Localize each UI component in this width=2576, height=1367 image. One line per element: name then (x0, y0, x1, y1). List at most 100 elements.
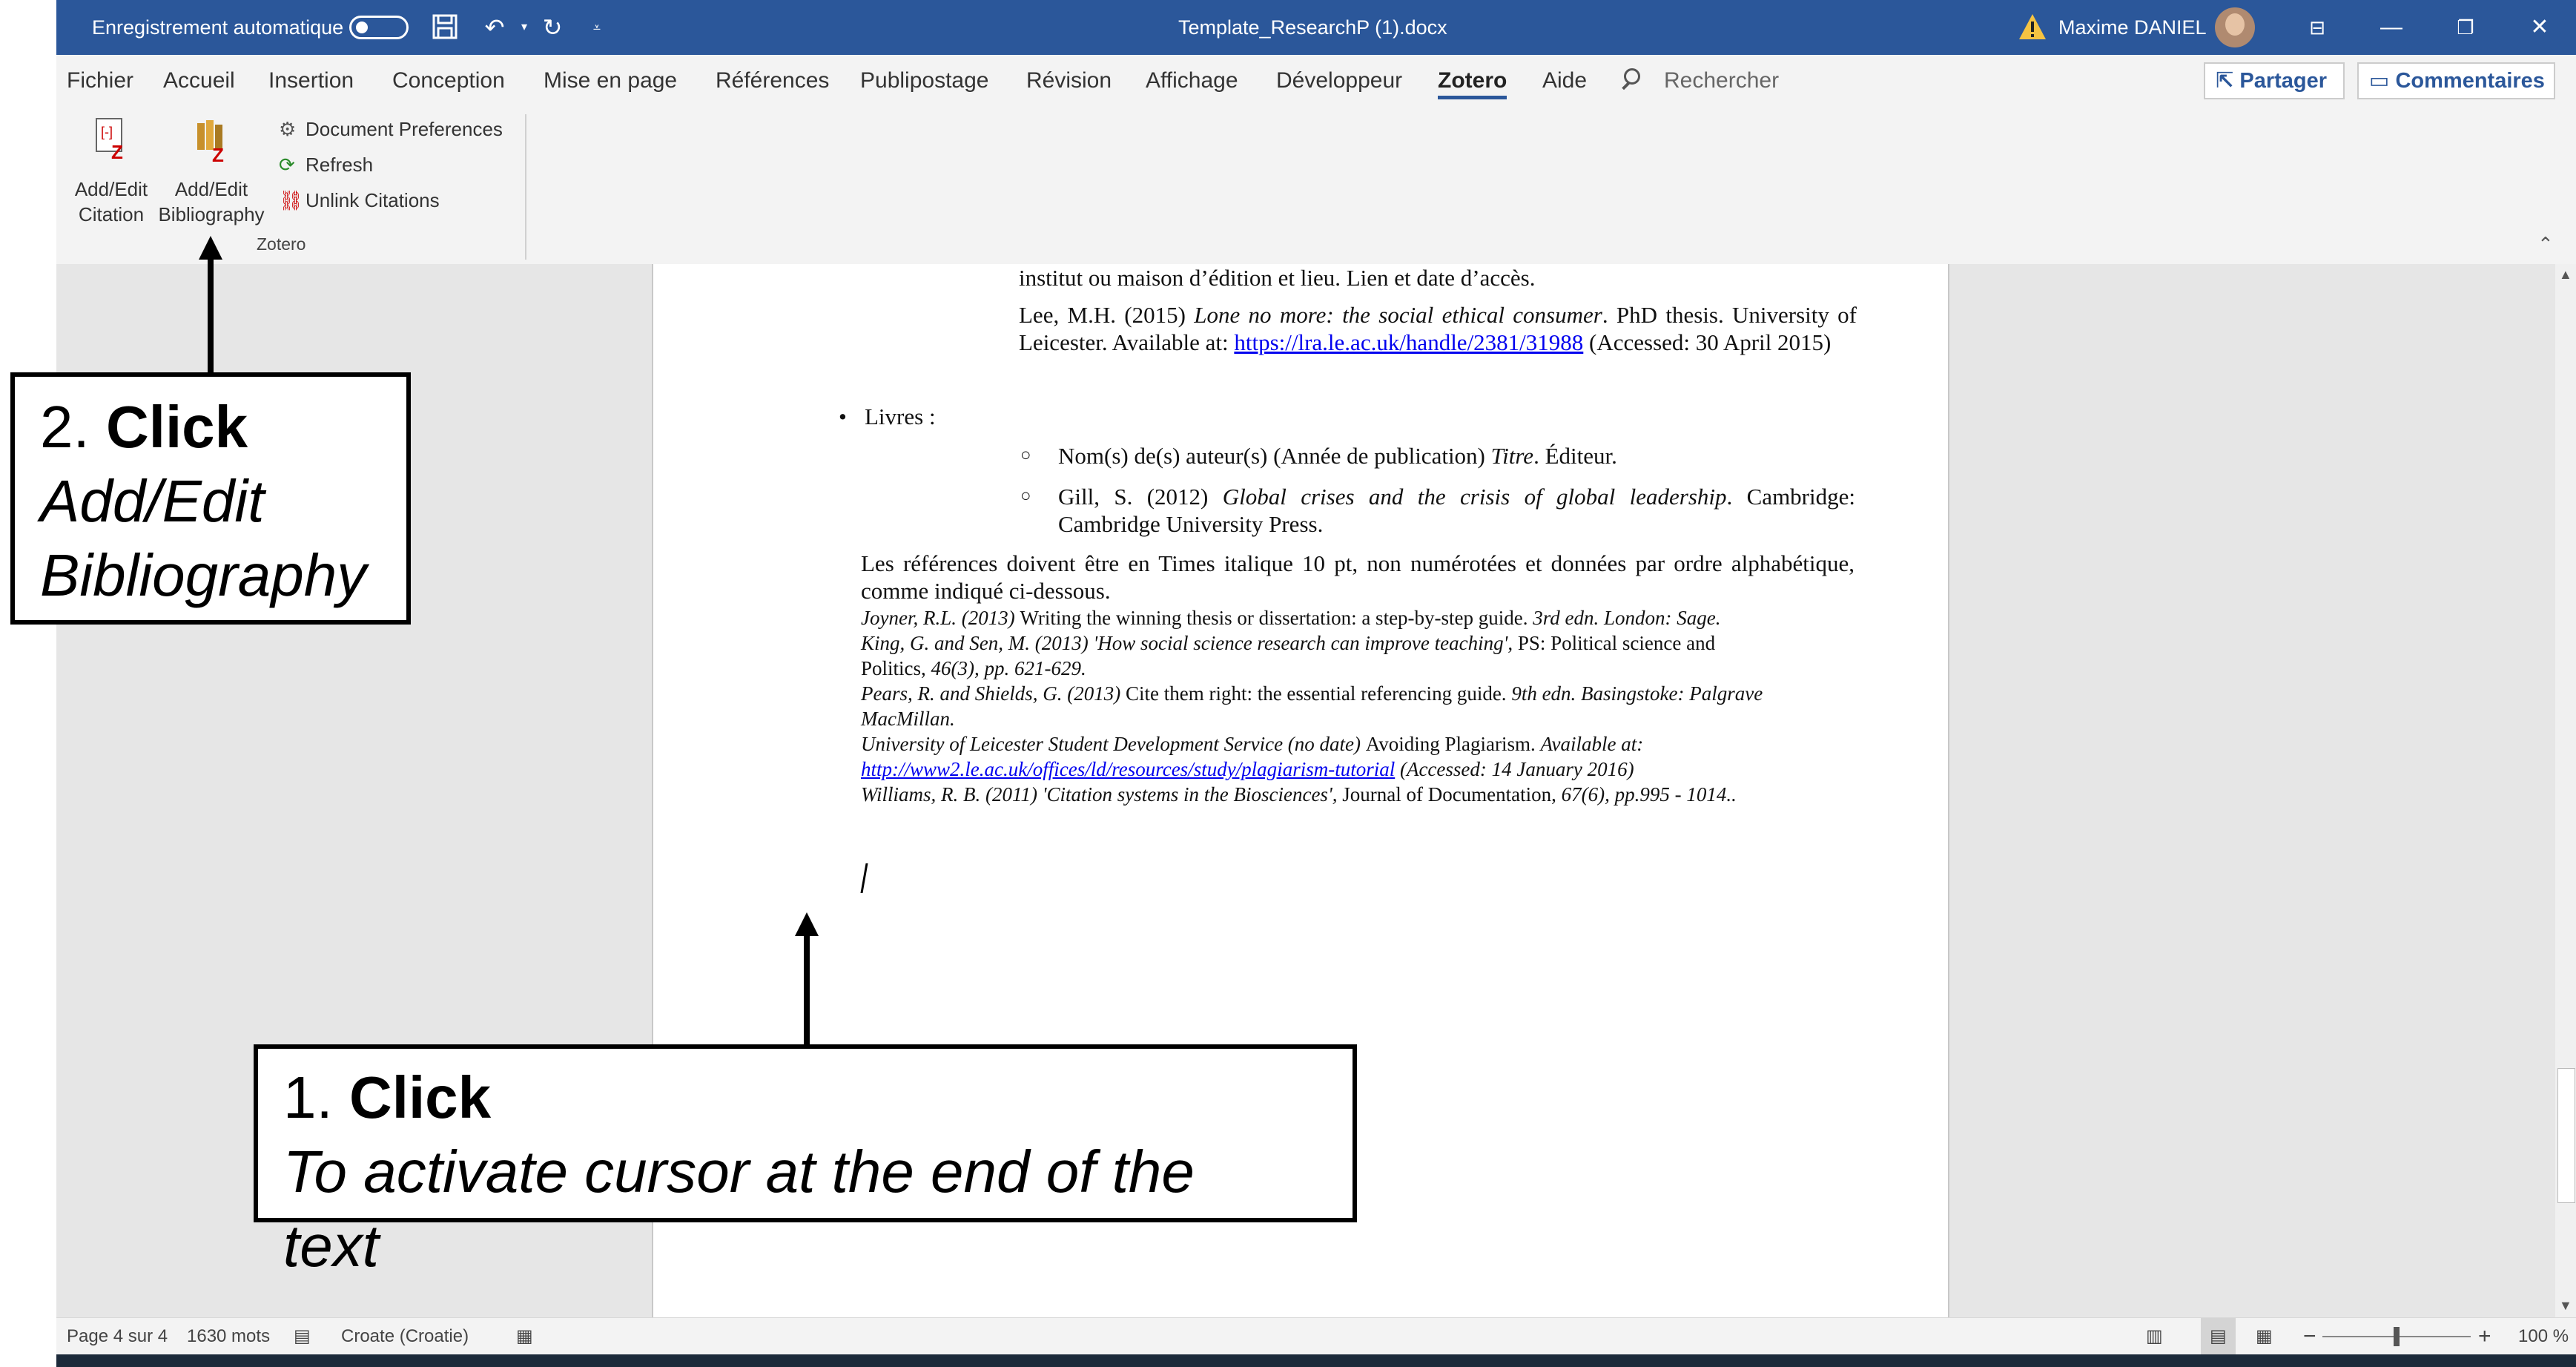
reference-king: King, G. and Sen, M. (2013) 'How social … (861, 630, 1715, 656)
step2-line1: Add/Edit (40, 468, 265, 534)
user-name[interactable]: Maxime DANIEL (2058, 0, 2207, 55)
joyner-author: Joyner, R.L. (2013) (861, 607, 1020, 629)
share-label: Partager (2239, 69, 2328, 93)
tab-accueil[interactable]: Accueil (163, 55, 235, 107)
ribbon-zotero: [-] Z Add/Edit Citation Z Add/Edit Bibli… (56, 107, 2576, 265)
lee-link[interactable]: https://lra.le.ac.uk/handle/2381/31988 (1234, 329, 1583, 355)
redo-icon[interactable]: ↻ (538, 13, 567, 42)
tab-mise-en-page[interactable]: Mise en page (544, 55, 677, 107)
read-mode-icon[interactable]: ▥ (2146, 1318, 2163, 1355)
refresh-label: Refresh (306, 154, 374, 176)
reference-williams: Williams, R. B. (2011) 'Citation systems… (861, 782, 1737, 807)
svg-text:[-]: [-] (101, 125, 113, 139)
tab-affichage[interactable]: Affichage (1146, 55, 1238, 107)
tab-publipostage[interactable]: Publipostage (860, 55, 988, 107)
share-icon: ⇱ (2216, 69, 2240, 93)
add-edit-bibliography-button[interactable]: Z Add/Edit Bibliography (156, 114, 267, 225)
tab-developpeur[interactable]: Développeur (1276, 55, 1402, 107)
step1-arrowhead (795, 912, 819, 936)
menu-bar: Fichier Accueil Insertion Conception Mis… (56, 55, 2576, 107)
taskbar (56, 1354, 2576, 1367)
status-bar: Page 4 sur 4 1630 mots ▤ Croate (Croatie… (56, 1317, 2576, 1355)
references-intro: Les références doivent être en Times ita… (861, 550, 1855, 604)
tab-references[interactable]: Références (716, 55, 829, 107)
print-layout-icon[interactable]: ▤ (2201, 1318, 2236, 1355)
step1-number: 1. (283, 1064, 349, 1130)
citation-icon: [-] Z (96, 118, 123, 162)
step2-callout: 2. Click Add/Edit Bibliography (10, 372, 411, 625)
word-count[interactable]: 1630 mots (187, 1318, 270, 1355)
leicester-link[interactable]: http://www2.le.ac.uk/offices/ld/resource… (861, 758, 1395, 780)
king-journal-cont: Politics, (861, 657, 931, 679)
zoom-in-icon[interactable]: + (2478, 1318, 2491, 1355)
share-button[interactable]: ⇱ Partager (2204, 62, 2345, 99)
leicester-title: Avoiding Plagiarism. (1365, 733, 1541, 755)
page-count[interactable]: Page 4 sur 4 (67, 1318, 168, 1355)
svg-text:Z: Z (212, 144, 224, 163)
autosave-toggle[interactable] (349, 16, 409, 39)
leicester-accessed: (Accessed: 14 January 2016) (1395, 758, 1634, 780)
web-layout-icon[interactable]: ▦ (2256, 1318, 2273, 1355)
citation-label-2: Citation (78, 203, 145, 225)
macro-icon[interactable]: ▦ (516, 1318, 533, 1355)
collapse-ribbon-icon[interactable]: ⌃ (2537, 233, 2554, 256)
book-template-line: Nom(s) de(s) auteur(s) (Année de publica… (1058, 442, 1617, 470)
tab-fichier[interactable]: Fichier (67, 55, 133, 107)
minimize-icon[interactable]: — (2357, 0, 2425, 55)
unlink-icon: ⛓ (279, 189, 304, 211)
text-cursor[interactable] (860, 863, 868, 893)
gear-icon: ⚙ (279, 118, 297, 140)
scroll-up-icon[interactable]: ▲ (2559, 267, 2572, 283)
step1-line2: text (283, 1213, 379, 1279)
undo-dropdown-icon[interactable]: ▾ (510, 13, 538, 42)
paragraph-top: institut ou maison d’édition et lieu. Li… (1019, 265, 1536, 291)
bullet-icon: • (839, 403, 847, 429)
citation-label-1: Add/Edit (74, 178, 148, 200)
warning-icon[interactable] (2018, 13, 2047, 45)
lee-author: Lee, M.H. (2015) (1019, 302, 1195, 328)
tab-insertion[interactable]: Insertion (268, 55, 354, 107)
reference-gill: Gill, S. (2012) Global crises and the cr… (1058, 483, 1855, 538)
add-edit-citation-button[interactable]: [-] Z Add/Edit Citation (67, 114, 156, 225)
search-input[interactable]: Rechercher (1664, 55, 1779, 107)
zoom-out-icon[interactable]: − (2303, 1318, 2316, 1355)
scroll-down-icon[interactable]: ▼ (2559, 1298, 2572, 1314)
tab-aide[interactable]: Aide (1542, 55, 1587, 107)
tab-revision[interactable]: Révision (1026, 55, 1112, 107)
search-icon (1624, 68, 1640, 85)
williams-pages: 67(6), pp.995 - 1014.. (1561, 783, 1737, 806)
bibliography-label-1: Add/Edit (174, 178, 248, 200)
scroll-thumb[interactable] (2557, 1068, 2575, 1203)
reference-leicester-link-line: http://www2.le.ac.uk/offices/ld/resource… (861, 757, 1634, 782)
screen-left-margin (0, 0, 56, 1367)
svg-text:Z: Z (111, 141, 123, 162)
reference-leicester: University of Leicester Student Developm… (861, 731, 1643, 757)
gill-title: Global crises and the crisis of global l… (1222, 484, 1727, 510)
restore-icon[interactable]: ❐ (2431, 0, 2500, 55)
comments-button[interactable]: ▭ Commentaires (2357, 62, 2555, 99)
lee-title: Lone no more: the social ethical consume… (1194, 302, 1602, 328)
close-icon[interactable]: ✕ (2506, 0, 2574, 55)
save-icon[interactable] (431, 13, 459, 42)
williams-author-article: Williams, R. B. (2011) 'Citation systems… (861, 783, 1343, 806)
tab-conception[interactable]: Conception (392, 55, 505, 107)
reference-joyner: Joyner, R.L. (2013) Writing the winning … (861, 605, 1721, 630)
step1-arrow (804, 936, 810, 1046)
comments-label: Commentaires (2395, 69, 2545, 93)
ribbon-group-separator (525, 114, 526, 260)
zoom-slider-thumb[interactable] (2394, 1327, 2400, 1346)
undo-icon[interactable]: ↶ (480, 13, 509, 42)
ribbon-display-options-icon[interactable]: ⊟ (2283, 0, 2351, 55)
ribbon-group-name: Zotero (257, 234, 306, 254)
williams-journal: Journal of Documentation, (1342, 783, 1562, 806)
language[interactable]: Croate (Croatie) (341, 1318, 469, 1355)
leicester-available: Available at: (1540, 733, 1644, 755)
book-template-title: Titre (1490, 443, 1534, 469)
zoom-level[interactable]: 100 % (2518, 1318, 2569, 1355)
refresh-icon: ⟳ (279, 154, 295, 176)
customize-toolbar-icon[interactable]: ⩡ (583, 13, 611, 42)
proofing-icon[interactable]: ▤ (294, 1318, 311, 1355)
avatar[interactable] (2215, 7, 2255, 47)
tab-zotero[interactable]: Zotero (1438, 55, 1507, 107)
document-title: Template_ResearchP (1).docx (1178, 16, 1447, 39)
